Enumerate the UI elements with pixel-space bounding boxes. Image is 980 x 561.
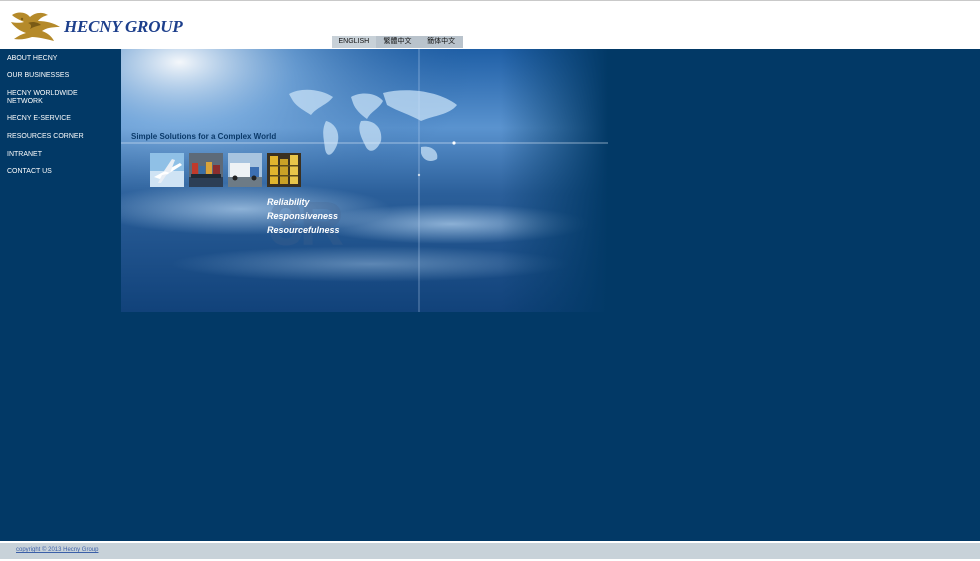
sidebar-item-network[interactable]: HECNY WORLDWIDE NETWORK (7, 90, 87, 105)
sidebar-item-businesses[interactable]: OUR BUSINESSES (7, 72, 107, 80)
language-simplified-chinese[interactable]: 簡体中文 (419, 36, 463, 48)
logo[interactable]: HECNY GROUP (8, 9, 183, 43)
ship-photo[interactable] (189, 153, 223, 187)
language-selector: ENGLISH 繁體中文 簡体中文 (332, 36, 463, 48)
warehouse-photo[interactable] (267, 153, 301, 187)
copyright-link[interactable]: copyright © 2013 Hecny Group (16, 547, 98, 553)
dragon-logo-icon (11, 12, 60, 41)
language-english[interactable]: ENGLISH (332, 36, 376, 48)
sidebar-item-intranet[interactable]: INTRANET (7, 151, 107, 159)
tagline: Simple Solutions for a Complex World (131, 132, 277, 141)
sidebar-item-about[interactable]: ABOUT HECNY (7, 55, 107, 63)
main-content: ABOUT HECNY OUR BUSINESSES HECNY WORLDWI… (0, 49, 980, 541)
language-traditional-chinese[interactable]: 繁體中文 (376, 36, 420, 48)
sidebar-item-eservice[interactable]: HECNY E-SERVICE (7, 115, 107, 123)
value-resourcefulness: Resourcefulness (267, 225, 340, 235)
sidebar-item-resources[interactable]: RESOURCES CORNER (7, 133, 107, 141)
airplane-photo[interactable] (150, 153, 184, 187)
value-responsiveness: Responsiveness (267, 211, 339, 221)
sidebar-item-contact[interactable]: CONTACT US (7, 168, 107, 176)
truck-photo[interactable] (228, 153, 262, 187)
sidebar-nav: ABOUT HECNY OUR BUSINESSES HECNY WORLDWI… (0, 49, 121, 319)
logo-text: HECNY GROUP (64, 17, 183, 36)
header: HECNY GROUP ENGLISH 繁體中文 簡体中文 (0, 1, 980, 49)
footer: copyright © 2013 Hecny Group (0, 541, 980, 561)
hero-banner: 3R Simple Solutions for a Complex World (121, 49, 608, 312)
value-reliability: Reliability (267, 197, 310, 207)
